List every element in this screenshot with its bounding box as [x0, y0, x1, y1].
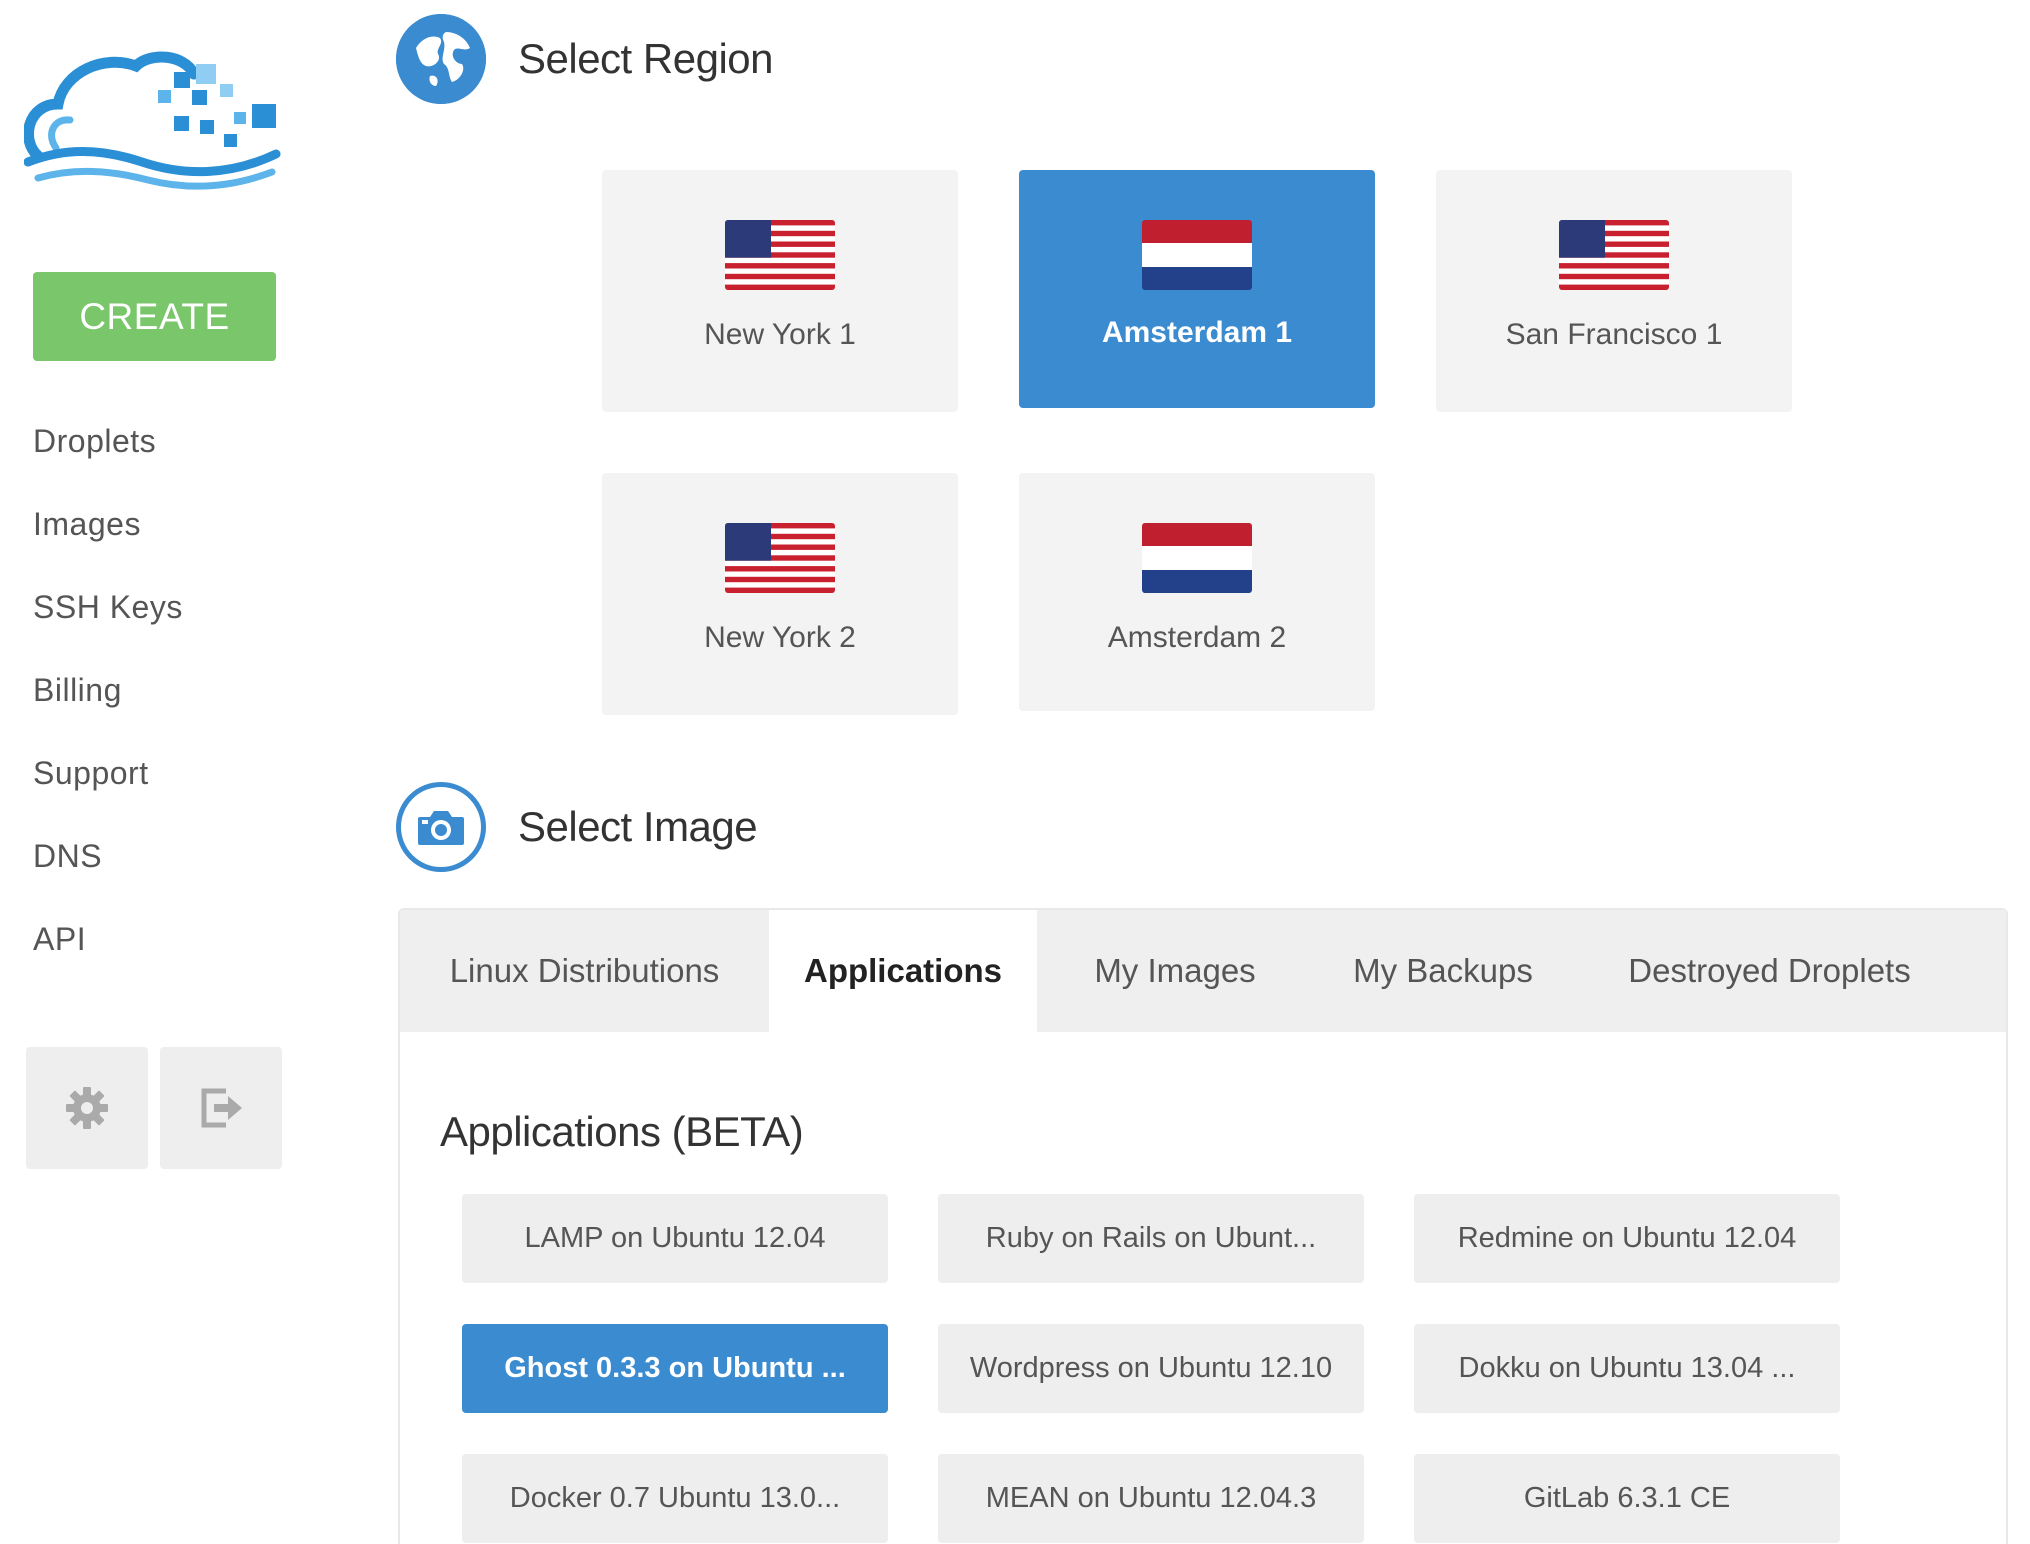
tab-linux-distributions[interactable]: Linux Distributions — [400, 910, 769, 1032]
app-option-wordpress[interactable]: Wordpress on Ubuntu 12.10 — [938, 1324, 1364, 1413]
tab-applications[interactable]: Applications — [769, 910, 1037, 1032]
app-option-lamp[interactable]: LAMP on Ubuntu 12.04 — [462, 1194, 888, 1283]
logout-icon — [201, 1088, 242, 1128]
sidebar-item-dns[interactable]: DNS — [33, 815, 183, 898]
applications-heading: Applications (BETA) — [440, 1108, 804, 1155]
sidebar-item-api[interactable]: API — [33, 898, 183, 981]
tab-destroyed-droplets[interactable]: Destroyed Droplets — [1573, 910, 1966, 1032]
image-title: Select Image — [518, 803, 758, 850]
region-label: Amsterdam 2 — [1107, 621, 1287, 654]
create-button[interactable]: CREATE — [33, 272, 276, 361]
tab-my-backups[interactable]: My Backups — [1313, 910, 1573, 1032]
app-option-mean[interactable]: MEAN on Ubuntu 12.04.3 — [938, 1454, 1364, 1543]
nl-flag-icon — [1142, 523, 1252, 593]
region-label: Amsterdam 1 — [1101, 316, 1293, 349]
sidebar-item-support[interactable]: Support — [33, 732, 183, 815]
region-section-header: Select Region — [396, 14, 774, 104]
app-option-dokku[interactable]: Dokku on Ubuntu 13.04 ... — [1414, 1324, 1840, 1413]
globe-icon — [396, 14, 486, 104]
camera-icon — [396, 782, 486, 872]
sidebar-item-droplets[interactable]: Droplets — [33, 400, 183, 483]
image-panel: Linux Distributions Applications My Imag… — [398, 908, 2008, 1544]
sidebar-item-billing[interactable]: Billing — [33, 649, 183, 732]
region-label: San Francisco 1 — [1505, 318, 1723, 351]
logout-button[interactable] — [160, 1047, 282, 1169]
sidebar-nav: Droplets Images SSH Keys Billing Support… — [33, 400, 183, 981]
region-option-san-francisco-1[interactable]: San Francisco 1 — [1436, 170, 1792, 412]
app-option-docker[interactable]: Docker 0.7 Ubuntu 13.0... — [462, 1454, 888, 1543]
image-section-header: Select Image — [396, 782, 758, 872]
application-grid: LAMP on Ubuntu 12.04 Ruby on Rails on Ub… — [462, 1194, 1840, 1543]
region-option-new-york-2[interactable]: New York 2 — [602, 473, 958, 715]
us-flag-icon — [725, 523, 835, 593]
app-option-ruby-on-rails[interactable]: Ruby on Rails on Ubunt... — [938, 1194, 1364, 1283]
app-option-redmine[interactable]: Redmine on Ubuntu 12.04 — [1414, 1194, 1840, 1283]
app-option-ghost[interactable]: Ghost 0.3.3 on Ubuntu ... — [462, 1324, 888, 1413]
settings-button[interactable] — [26, 1047, 148, 1169]
region-option-new-york-1[interactable]: New York 1 — [602, 170, 958, 412]
sidebar-item-images[interactable]: Images — [33, 483, 183, 566]
image-tabs: Linux Distributions Applications My Imag… — [400, 910, 2006, 1032]
region-option-amsterdam-2[interactable]: Amsterdam 2 — [1019, 473, 1375, 711]
region-label: New York 2 — [704, 621, 856, 654]
gear-icon — [66, 1087, 108, 1129]
region-title: Select Region — [518, 35, 774, 82]
us-flag-icon — [725, 220, 835, 290]
sidebar-item-ssh-keys[interactable]: SSH Keys — [33, 566, 183, 649]
digitalocean-logo[interactable] — [23, 44, 286, 194]
nl-flag-icon — [1142, 220, 1252, 290]
app-option-gitlab[interactable]: GitLab 6.3.1 CE — [1414, 1454, 1840, 1543]
region-label: New York 1 — [704, 318, 856, 351]
us-flag-icon — [1559, 220, 1669, 290]
region-option-amsterdam-1[interactable]: Amsterdam 1 — [1019, 170, 1375, 408]
tab-my-images[interactable]: My Images — [1037, 910, 1313, 1032]
